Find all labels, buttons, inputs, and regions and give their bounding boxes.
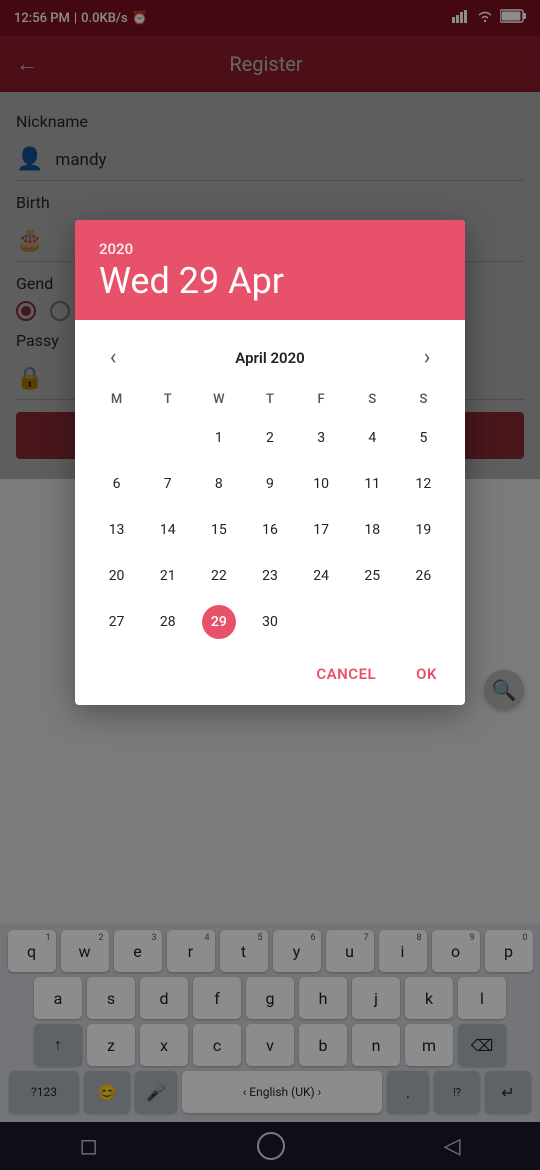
calendar-body: 1234567891011121314151617181920212223242… xyxy=(91,415,449,645)
calendar-week-0: 12345 xyxy=(91,415,449,461)
calendar-empty xyxy=(398,599,449,645)
calendar-day-12[interactable]: 12 xyxy=(398,461,449,507)
calendar-day-21[interactable]: 21 xyxy=(142,553,193,599)
day-header-T2: T xyxy=(244,388,295,415)
calendar-empty xyxy=(296,599,347,645)
calendar-day-4[interactable]: 4 xyxy=(347,415,398,461)
calendar-day-24[interactable]: 24 xyxy=(296,553,347,599)
day-header-S2: S xyxy=(398,388,449,415)
calendar-week-1: 6789101112 xyxy=(91,461,449,507)
calendar-day-17[interactable]: 17 xyxy=(296,507,347,553)
calendar-day-11[interactable]: 11 xyxy=(347,461,398,507)
calendar-grid: M T W T F S S 12345678910111213141516171… xyxy=(91,388,449,645)
next-month-button[interactable]: › xyxy=(409,340,445,376)
calendar-day-6[interactable]: 6 xyxy=(91,461,142,507)
dialog-body: ‹ April 2020 › M T W T F S S 12345678910… xyxy=(75,320,465,645)
calendar-empty xyxy=(347,599,398,645)
calendar-day-25[interactable]: 25 xyxy=(347,553,398,599)
calendar-day-9[interactable]: 9 xyxy=(244,461,295,507)
calendar-day-7[interactable]: 7 xyxy=(142,461,193,507)
calendar-day-19[interactable]: 19 xyxy=(398,507,449,553)
calendar-week-2: 13141516171819 xyxy=(91,507,449,553)
calendar-day-26[interactable]: 26 xyxy=(398,553,449,599)
day-header-M: M xyxy=(91,388,142,415)
calendar-day-15[interactable]: 15 xyxy=(193,507,244,553)
day-header-row: M T W T F S S xyxy=(91,388,449,415)
calendar-day-20[interactable]: 20 xyxy=(91,553,142,599)
calendar-day-23[interactable]: 23 xyxy=(244,553,295,599)
dialog-header: 2020 Wed 29 Apr xyxy=(75,220,465,320)
calendar-day-28[interactable]: 28 xyxy=(142,599,193,645)
calendar-day-16[interactable]: 16 xyxy=(244,507,295,553)
month-nav: ‹ April 2020 › xyxy=(91,328,449,388)
calendar-day-14[interactable]: 14 xyxy=(142,507,193,553)
calendar-day-22[interactable]: 22 xyxy=(193,553,244,599)
dialog-year: 2020 xyxy=(99,240,441,258)
dialog-date-display: Wed 29 Apr xyxy=(99,262,441,302)
day-header-S1: S xyxy=(347,388,398,415)
day-header-W: W xyxy=(193,388,244,415)
calendar-empty xyxy=(142,415,193,461)
calendar-day-10[interactable]: 10 xyxy=(296,461,347,507)
calendar-day-8[interactable]: 8 xyxy=(193,461,244,507)
calendar-day-5[interactable]: 5 xyxy=(398,415,449,461)
day-header-T1: T xyxy=(142,388,193,415)
calendar-day-1[interactable]: 1 xyxy=(193,415,244,461)
date-picker-dialog: 2020 Wed 29 Apr ‹ April 2020 › M T W T F… xyxy=(75,220,465,705)
calendar-day-29[interactable]: 29 xyxy=(193,599,244,645)
day-header-F: F xyxy=(296,388,347,415)
calendar-day-2[interactable]: 2 xyxy=(244,415,295,461)
prev-month-button[interactable]: ‹ xyxy=(95,340,131,376)
cancel-button[interactable]: CANCEL xyxy=(304,657,388,691)
calendar-day-18[interactable]: 18 xyxy=(347,507,398,553)
month-year-label: April 2020 xyxy=(235,349,304,367)
calendar-day-3[interactable]: 3 xyxy=(296,415,347,461)
calendar-day-13[interactable]: 13 xyxy=(91,507,142,553)
calendar-empty xyxy=(91,415,142,461)
calendar-week-4: 27282930 xyxy=(91,599,449,645)
calendar-week-3: 20212223242526 xyxy=(91,553,449,599)
calendar-day-30[interactable]: 30 xyxy=(244,599,295,645)
ok-button[interactable]: OK xyxy=(404,657,449,691)
dialog-actions: CANCEL OK xyxy=(75,645,465,705)
calendar-day-27[interactable]: 27 xyxy=(91,599,142,645)
